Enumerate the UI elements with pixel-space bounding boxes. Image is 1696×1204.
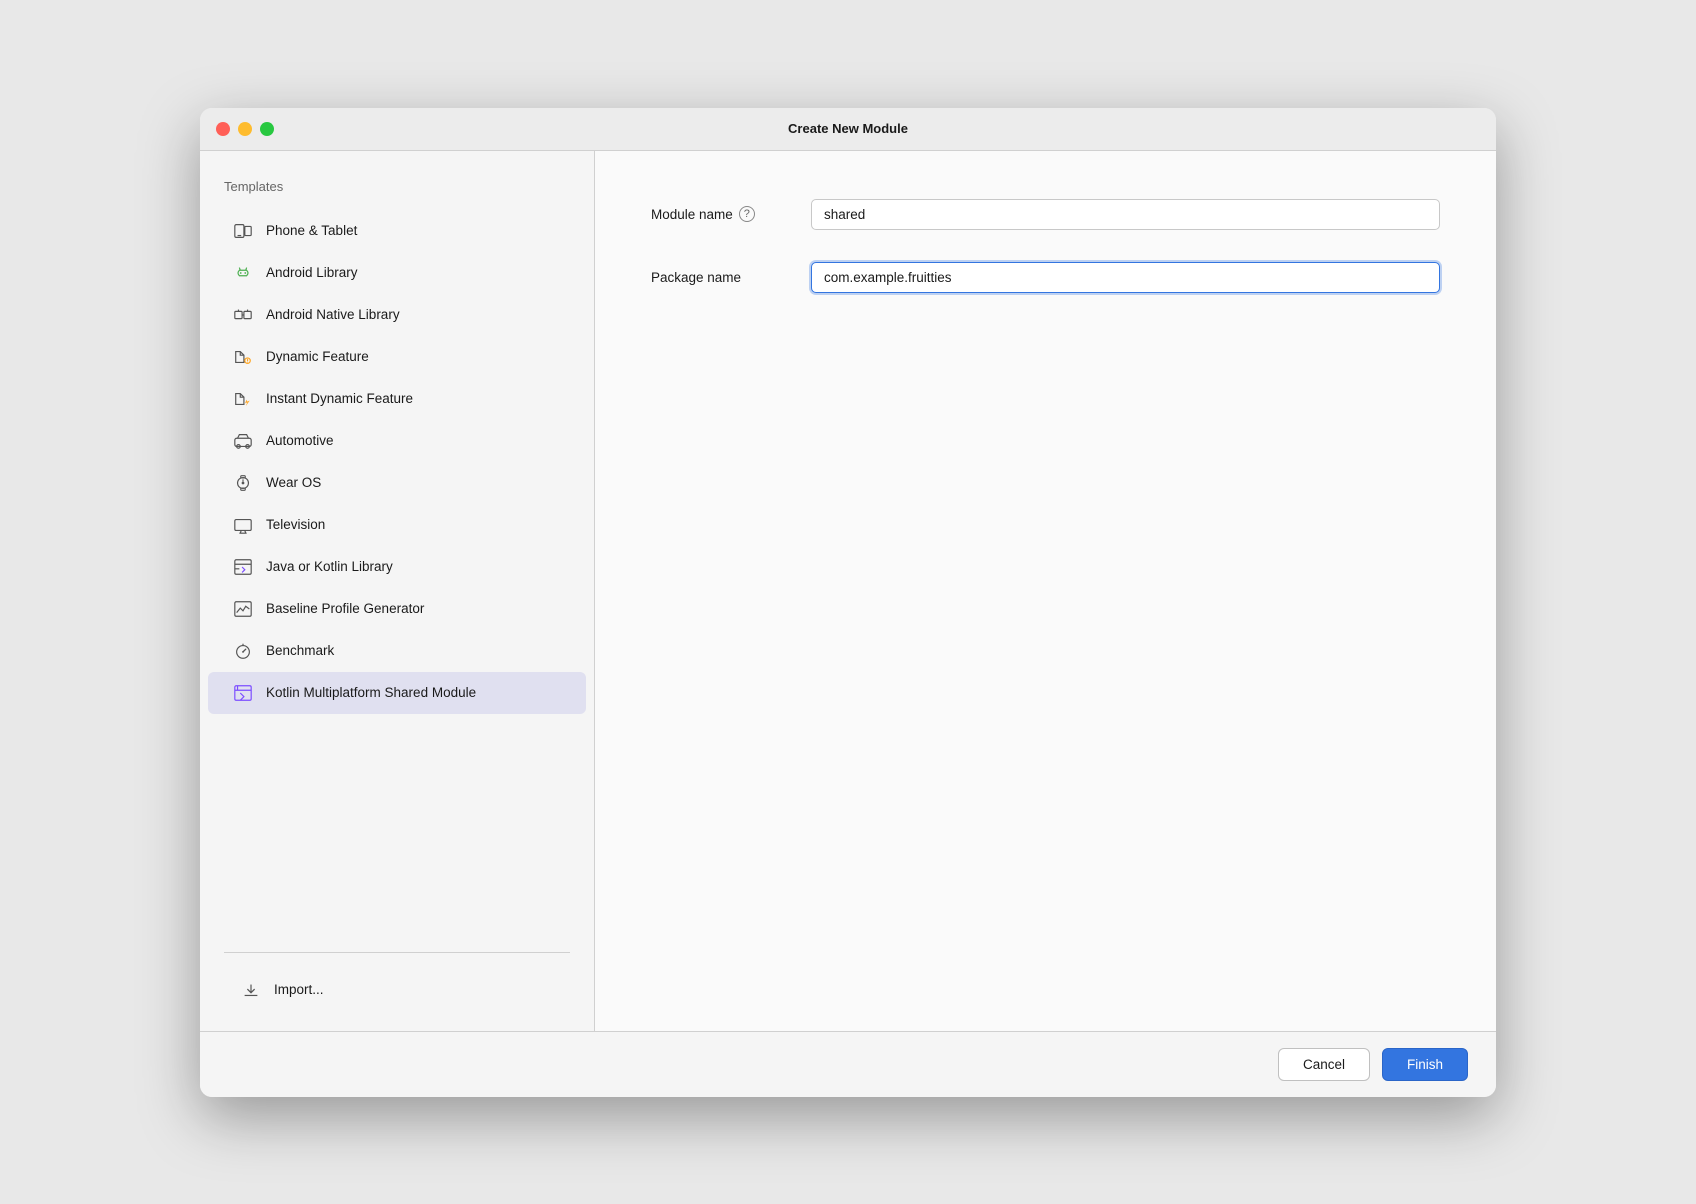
sidebar-item-baseline-profile-generator[interactable]: Baseline Profile Generator [208,588,586,630]
sidebar-item-automotive[interactable]: Automotive [208,420,586,462]
sidebar-item-television[interactable]: Television [208,504,586,546]
sidebar-item-android-native-library[interactable]: Android Native Library [208,294,586,336]
dialog-content: Templates Phone & Tablet [200,151,1496,1031]
import-icon [240,979,262,1001]
module-name-input[interactable] [811,199,1440,230]
sidebar-item-label-baseline-profile-generator: Baseline Profile Generator [266,601,424,616]
sidebar-item-label-kotlin-multiplatform: Kotlin Multiplatform Shared Module [266,685,476,700]
sidebar-item-import[interactable]: Import... [216,969,578,1011]
television-icon [232,514,254,536]
benchmark-icon [232,640,254,662]
sidebar-item-android-library[interactable]: Android Library [208,252,586,294]
sidebar-item-label-phone-tablet: Phone & Tablet [266,223,357,238]
window-title: Create New Module [788,121,908,136]
sidebar-item-label-import: Import... [274,982,324,997]
wear-os-icon [232,472,254,494]
maximize-button[interactable] [260,122,274,136]
package-name-row: Package name [651,262,1440,293]
sidebar-item-label-android-library: Android Library [266,265,358,280]
title-bar: Create New Module [200,108,1496,151]
dialog-footer: Cancel Finish [200,1031,1496,1097]
android-library-icon [232,262,254,284]
package-name-input[interactable] [811,262,1440,293]
sidebar-item-wear-os[interactable]: Wear OS [208,462,586,504]
sidebar-item-phone-tablet[interactable]: Phone & Tablet [208,210,586,252]
sidebar-item-benchmark[interactable]: Benchmark [208,630,586,672]
baseline-profile-icon [232,598,254,620]
sidebar-item-dynamic-feature[interactable]: Dynamic Feature [208,336,586,378]
templates-label: Templates [200,179,594,210]
create-new-module-dialog: Create New Module Templates Phone & Tabl… [200,108,1496,1097]
sidebar: Templates Phone & Tablet [200,151,595,1031]
sidebar-item-label-wear-os: Wear OS [266,475,321,490]
kotlin-multiplatform-icon [232,682,254,704]
sidebar-footer: Import... [200,969,594,1011]
package-name-label: Package name [651,270,791,285]
module-name-help-icon[interactable]: ? [739,206,755,222]
android-native-library-icon [232,304,254,326]
dynamic-feature-icon [232,346,254,368]
traffic-lights [216,122,274,136]
cancel-button[interactable]: Cancel [1278,1048,1370,1081]
sidebar-item-label-automotive: Automotive [266,433,334,448]
java-kotlin-library-icon [232,556,254,578]
instant-dynamic-feature-icon [232,388,254,410]
finish-button[interactable]: Finish [1382,1048,1468,1081]
sidebar-item-kotlin-multiplatform[interactable]: Kotlin Multiplatform Shared Module [208,672,586,714]
main-content: Module name ? Package name [595,151,1496,1031]
sidebar-item-label-java-kotlin-library: Java or Kotlin Library [266,559,393,574]
module-name-label: Module name ? [651,206,791,222]
module-name-row: Module name ? [651,199,1440,230]
automotive-icon [232,430,254,452]
sidebar-item-label-dynamic-feature: Dynamic Feature [266,349,369,364]
sidebar-item-label-benchmark: Benchmark [266,643,334,658]
minimize-button[interactable] [238,122,252,136]
sidebar-item-instant-dynamic-feature[interactable]: Instant Dynamic Feature [208,378,586,420]
close-button[interactable] [216,122,230,136]
phone-tablet-icon [232,220,254,242]
sidebar-item-label-instant-dynamic-feature: Instant Dynamic Feature [266,391,413,406]
sidebar-divider [224,952,570,953]
sidebar-item-label-android-native-library: Android Native Library [266,307,400,322]
sidebar-item-label-television: Television [266,517,325,532]
sidebar-item-java-kotlin-library[interactable]: Java or Kotlin Library [208,546,586,588]
sidebar-items-list: Phone & Tablet Android Library [200,210,594,936]
